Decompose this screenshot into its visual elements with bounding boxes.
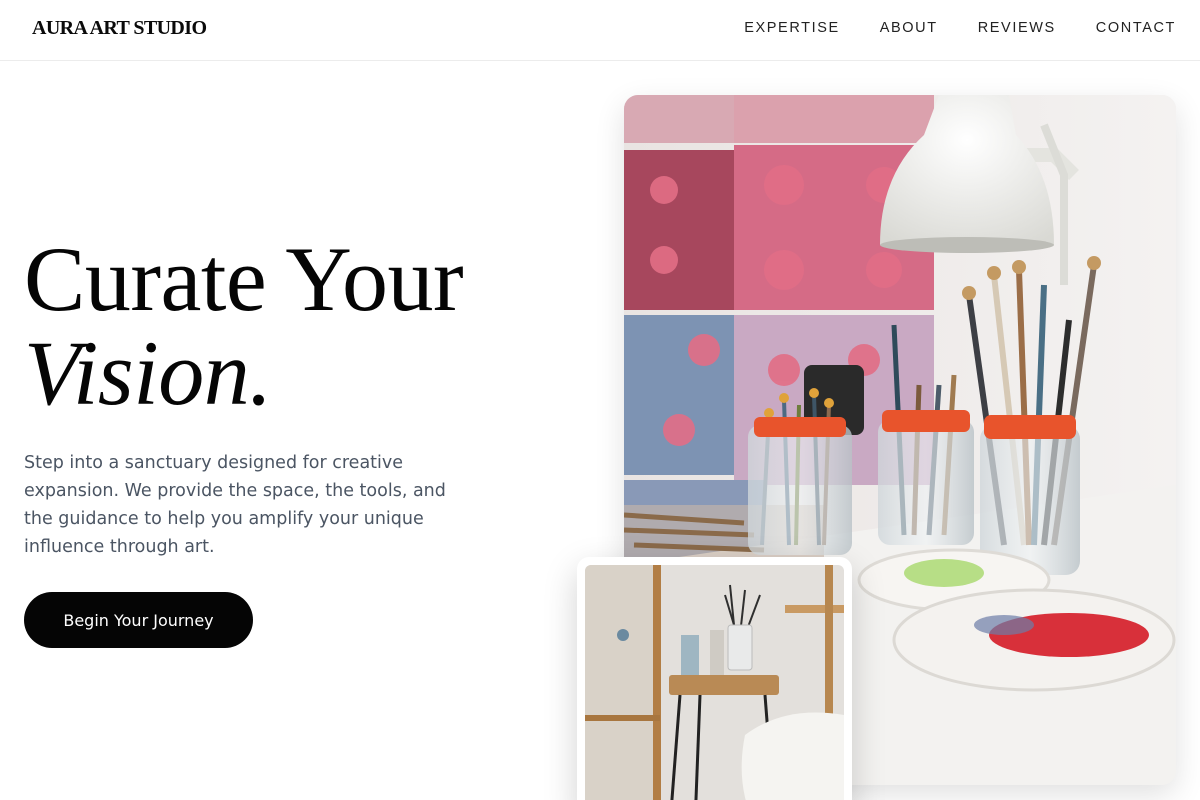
hero-description: Step into a sanctuary designed for creat… bbox=[24, 453, 446, 557]
nav-link-about[interactable]: ABOUT bbox=[880, 20, 938, 36]
nav-link-contact[interactable]: CONTACT bbox=[1096, 20, 1176, 36]
hero-title-line2: Vision. bbox=[24, 322, 272, 424]
hero-title-line1: Curate Your bbox=[24, 228, 464, 330]
hero-title: Curate Your Vision. bbox=[24, 232, 464, 420]
site-header: AURA ART STUDIO EXPERTISE ABOUT REVIEWS … bbox=[0, 0, 1200, 61]
nav-link-expertise[interactable]: EXPERTISE bbox=[744, 20, 840, 36]
main-nav: EXPERTISE ABOUT REVIEWS CONTACT bbox=[744, 20, 1176, 36]
begin-journey-button[interactable]: Begin Your Journey bbox=[24, 592, 253, 648]
studio-corner-photo bbox=[577, 557, 852, 800]
brand-logo[interactable]: AURA ART STUDIO bbox=[32, 17, 207, 40]
studio-corner-image bbox=[585, 565, 844, 800]
nav-link-reviews[interactable]: REVIEWS bbox=[978, 20, 1056, 36]
